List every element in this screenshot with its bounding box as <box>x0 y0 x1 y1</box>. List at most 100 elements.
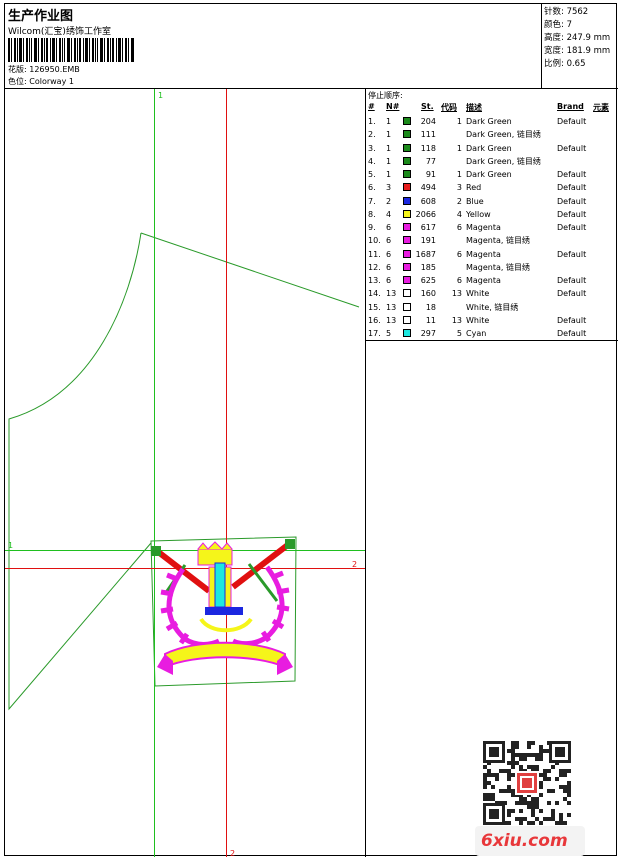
row-num: 5. <box>368 170 376 179</box>
row-n: 1 <box>386 117 392 126</box>
row-code: 2 <box>456 196 462 206</box>
table-row: 10. 6 191 Magenta, 链目绣 <box>366 234 618 247</box>
row-st: 625 <box>420 276 436 285</box>
row-st: 118 <box>420 143 436 153</box>
row-code: 4 <box>456 209 462 219</box>
table-row: 8. 4 2066 4 Yellow Default <box>366 208 618 221</box>
row-num: 7. <box>368 196 376 206</box>
row-desc: Magenta, 链目绣 <box>466 236 530 246</box>
row-num: 15. <box>368 302 381 312</box>
table-row: 12. 6 185 Magenta, 链目绣 <box>366 261 618 274</box>
color-swatch <box>403 236 411 245</box>
col-elem: 元素 <box>593 103 609 112</box>
row-st: 494 <box>420 183 436 193</box>
row-num: 11. <box>368 249 381 259</box>
color-swatch <box>403 156 411 165</box>
color-swatch <box>403 223 411 231</box>
color-swatch <box>403 249 411 258</box>
row-desc: White <box>466 315 490 325</box>
color-swatch <box>403 209 411 218</box>
row-code: 1 <box>456 117 462 126</box>
row-st: 617 <box>420 223 436 232</box>
row-desc: Magenta, 链目绣 <box>466 262 530 272</box>
row-num: 12. <box>368 262 381 272</box>
row-brand: Default <box>557 315 587 325</box>
row-st: 91 <box>425 170 436 179</box>
color-swatch <box>403 183 411 192</box>
color-swatch <box>403 302 411 311</box>
table-row: 14. 13 160 13 White Default <box>366 287 618 300</box>
marker-red-bottom: 2 <box>230 849 235 857</box>
company-name: Wilcom(汇宝)绣饰工作室 <box>8 27 111 37</box>
stop-sequence-title: 停止顺序: <box>368 91 403 100</box>
row-num: 14. <box>368 289 381 299</box>
col-code: 代码 <box>441 103 457 112</box>
design-filename: 花版: 126950.EMB <box>8 65 80 74</box>
row-num: 16. <box>368 315 381 325</box>
row-n: 2 <box>386 196 392 206</box>
row-brand: Default <box>557 117 587 126</box>
row-num: 13. <box>368 276 381 285</box>
row-n: 6 <box>386 249 392 259</box>
stop-sequence-panel: 停止顺序: # N# St. 代码 描述 Brand 元素 1. 1 204 1 Dar… <box>366 89 618 341</box>
design-preview-canvas: 1 1 2 2 <box>5 89 366 857</box>
color-swatch <box>403 315 411 324</box>
row-desc: White <box>466 289 490 299</box>
row-n: 13 <box>386 302 397 312</box>
row-n: 5 <box>386 329 392 338</box>
row-num: 8. <box>368 209 376 219</box>
stat-scale: 比例: 0.65 <box>544 59 586 69</box>
row-n: 1 <box>386 170 392 179</box>
embroidery-crest <box>151 539 295 675</box>
color-swatch <box>403 130 411 139</box>
row-code: 1 <box>456 170 462 179</box>
row-desc: Dark Green <box>466 170 512 179</box>
table-row: 13. 6 625 6 Magenta Default <box>366 274 618 287</box>
row-n: 6 <box>386 236 392 246</box>
row-code: 13 <box>451 315 462 325</box>
row-desc: Dark Green, 链目绣 <box>466 156 541 166</box>
row-desc: Dark Green <box>466 117 512 126</box>
row-brand: Default <box>557 289 587 299</box>
row-desc: Dark Green, 链目绣 <box>466 130 541 140</box>
row-desc: Dark Green <box>466 143 512 153</box>
row-n: 1 <box>386 156 392 166</box>
marker-red-right: 2 <box>352 560 357 569</box>
row-n: 13 <box>386 315 397 325</box>
row-num: 6. <box>368 183 376 193</box>
row-brand: Default <box>557 276 587 285</box>
row-st: 608 <box>420 196 436 206</box>
row-n: 6 <box>386 276 392 285</box>
row-st: 11 <box>425 315 436 325</box>
table-row: 5. 1 91 1 Dark Green Default <box>366 168 618 181</box>
col-desc: 描述 <box>466 103 482 112</box>
row-n: 6 <box>386 223 392 232</box>
table-row: 16. 13 11 13 White Default <box>366 314 618 327</box>
row-brand: Default <box>557 223 587 232</box>
row-code: 6 <box>456 276 462 285</box>
table-row: 6. 3 494 3 Red Default <box>366 181 618 194</box>
marker-green-left: 1 <box>8 541 13 550</box>
table-row: 9. 6 617 6 Magenta Default <box>366 221 618 234</box>
stat-colors: 颜色: 7 <box>544 20 572 30</box>
qr-code-icon <box>483 741 571 825</box>
col-st: St. <box>421 102 434 111</box>
row-brand: Default <box>557 329 587 338</box>
row-num: 4. <box>368 156 376 166</box>
row-st: 2066 <box>415 209 436 219</box>
row-n: 6 <box>386 262 392 272</box>
table-row: 11. 6 1687 6 Magenta Default <box>366 248 618 261</box>
sheet-title: 生产作业图 <box>8 9 74 24</box>
row-desc: Magenta <box>466 276 501 285</box>
color-swatch <box>403 143 411 152</box>
row-st: 185 <box>420 262 436 272</box>
row-brand: Default <box>557 196 587 206</box>
stat-height: 高度: 247.9 mm <box>544 33 611 43</box>
row-code: 13 <box>451 289 462 299</box>
row-n: 1 <box>386 143 392 153</box>
row-num: 9. <box>368 223 376 232</box>
watermark-logo: 6xiu.com <box>481 831 568 851</box>
row-num: 3. <box>368 143 376 153</box>
row-code: 6 <box>456 249 462 259</box>
row-desc: Blue <box>466 196 484 206</box>
